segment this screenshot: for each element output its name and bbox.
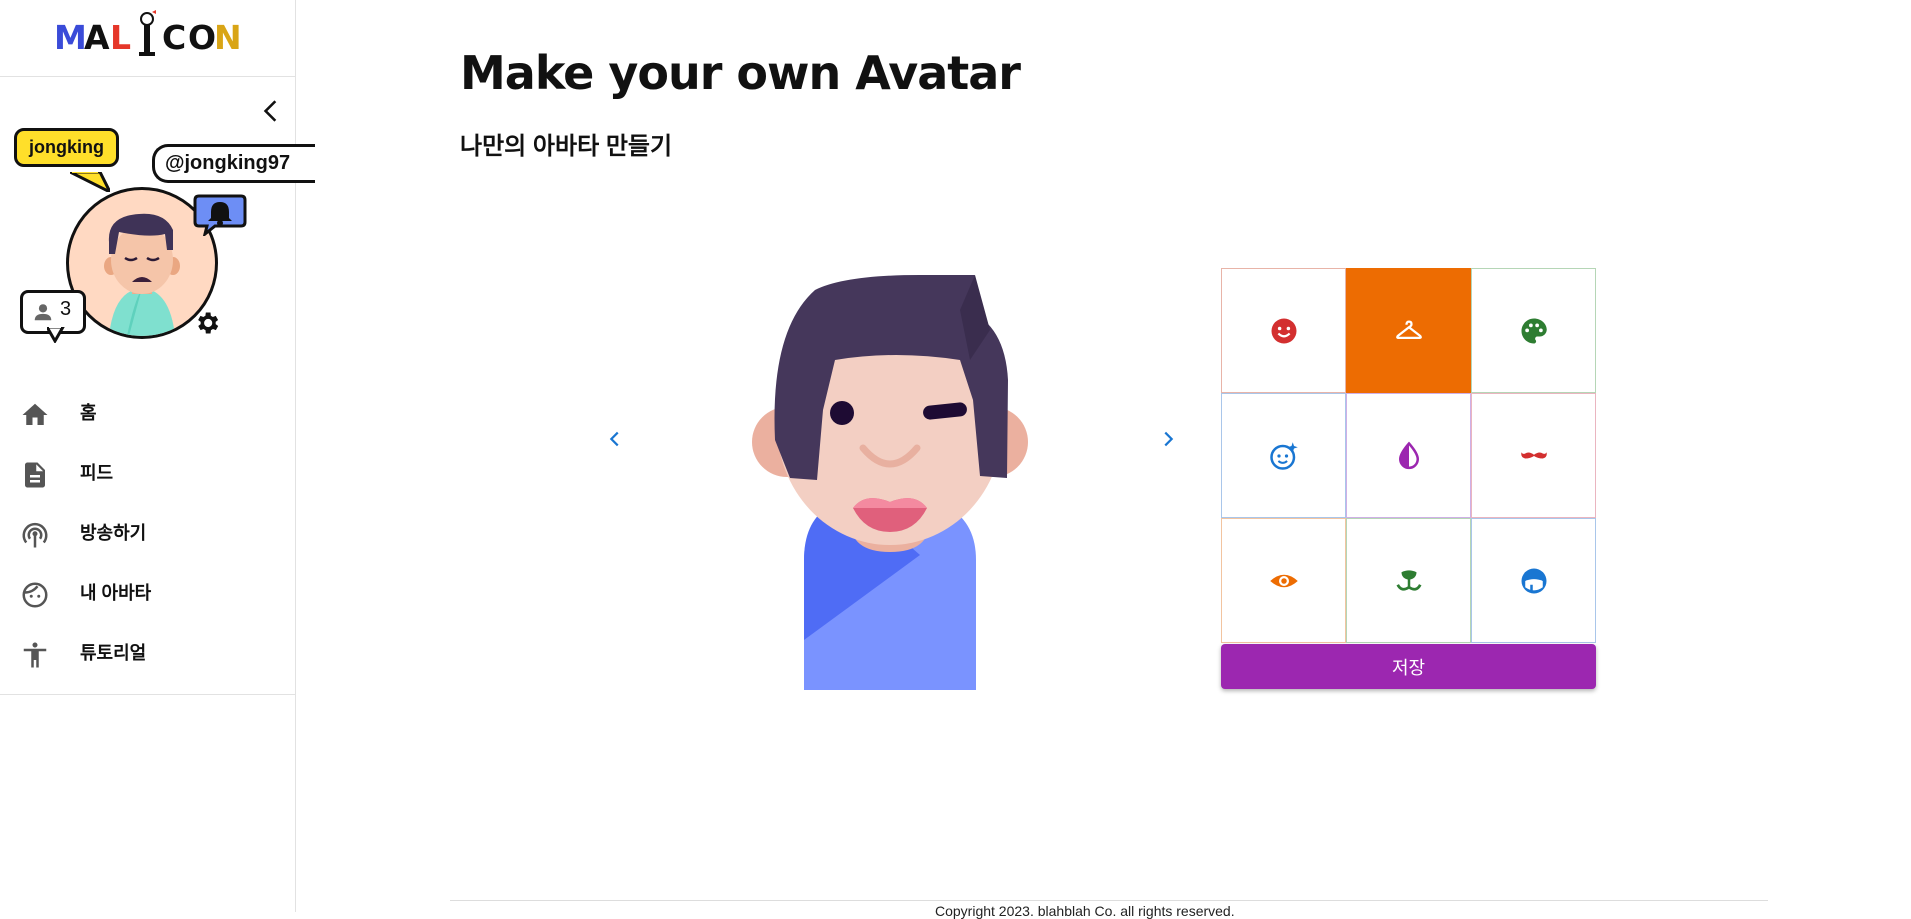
category-mouth[interactable] xyxy=(1346,518,1471,643)
broadcast-icon xyxy=(22,523,48,548)
sidebar: M A L C O N jongking @jongking97 3 홈 피드 … xyxy=(0,0,315,912)
footer-copyright: Copyright 2023. blahblah Co. all rights … xyxy=(935,903,1235,919)
hanger-icon xyxy=(1395,319,1422,339)
home-icon xyxy=(22,403,48,425)
opacity-drop-icon xyxy=(1398,441,1419,469)
logo-area: M A L C O N xyxy=(0,0,295,77)
document-icon xyxy=(25,462,45,488)
sidebar-item-label: 내 아바타 xyxy=(80,583,152,603)
save-button[interactable]: 저장 xyxy=(1221,644,1596,689)
head-hair-icon xyxy=(1521,568,1546,593)
profile-handle[interactable]: @jongking97 xyxy=(152,144,315,183)
divider xyxy=(0,694,295,695)
page-subtitle: 나만의 아바타 만들기 xyxy=(460,133,673,160)
avatar-preview xyxy=(752,275,1028,690)
sidebar-item-label: 튜토리얼 xyxy=(80,643,147,663)
sidebar-item-broadcast[interactable]: 방송하기 xyxy=(0,505,295,565)
category-skin[interactable] xyxy=(1221,393,1346,518)
sidebar-nav: 홈 피드 방송하기 내 아바타 튜토리얼 xyxy=(0,385,295,685)
gear-icon[interactable] xyxy=(193,309,221,337)
chevron-left-icon[interactable] xyxy=(604,428,626,450)
category-mustache[interactable] xyxy=(1471,393,1596,518)
sidebar-item-tutorial[interactable]: 튜토리얼 xyxy=(0,625,295,685)
sidebar-item-home[interactable]: 홈 xyxy=(0,385,295,445)
mouth-icon xyxy=(1396,569,1421,591)
category-opacity[interactable] xyxy=(1346,393,1471,518)
face-smile-icon xyxy=(1271,318,1296,343)
speech-tail xyxy=(70,172,110,192)
face-sparkle-icon xyxy=(1269,441,1298,470)
eye-icon xyxy=(1269,574,1298,587)
notification-bell-icon[interactable] xyxy=(193,192,247,236)
category-eyes[interactable] xyxy=(1221,518,1346,643)
category-face[interactable] xyxy=(1221,268,1346,393)
footer-divider xyxy=(450,900,1768,901)
sidebar-item-label: 피드 xyxy=(80,463,114,483)
accessibility-icon xyxy=(23,642,47,668)
category-hair[interactable] xyxy=(1471,518,1596,643)
person-icon xyxy=(34,304,52,321)
chevron-right-icon[interactable] xyxy=(1157,428,1179,450)
sidebar-item-label: 방송하기 xyxy=(80,523,147,543)
palette-icon xyxy=(1521,318,1547,343)
page-title: Make your own Avatar xyxy=(460,46,1021,100)
friends-count[interactable]: 3 xyxy=(20,290,86,343)
avatar-category-grid xyxy=(1221,268,1596,643)
sidebar-item-feed[interactable]: 피드 xyxy=(0,445,295,505)
speech-tail xyxy=(47,327,65,343)
chevron-left-icon[interactable] xyxy=(258,98,284,124)
mustache-icon xyxy=(1520,451,1547,458)
friends-count-value: 3 xyxy=(60,298,72,320)
profile-name[interactable]: jongking xyxy=(14,128,119,167)
microphone-logo-icon xyxy=(139,10,156,56)
logo[interactable]: M A L C O N xyxy=(54,10,244,60)
sidebar-item-my-avatar[interactable]: 내 아바타 xyxy=(0,565,295,625)
sidebar-item-label: 홈 xyxy=(80,403,97,423)
profile-card: jongking @jongking97 3 xyxy=(0,124,315,344)
category-clothes[interactable] xyxy=(1346,268,1471,393)
face-icon xyxy=(22,582,48,608)
category-color[interactable] xyxy=(1471,268,1596,393)
